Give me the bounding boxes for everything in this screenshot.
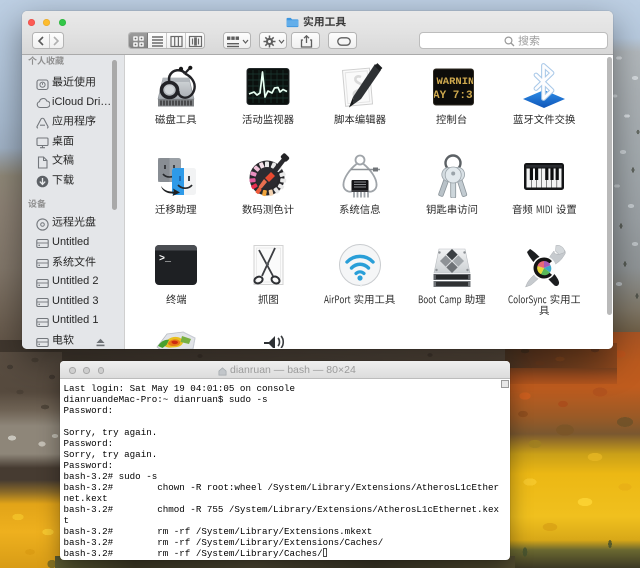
svg-text:WARNIN: WARNIN [437, 76, 475, 88]
svg-text:AY 7:36: AY 7:36 [433, 90, 475, 102]
svg-text:>_: >_ [159, 254, 172, 265]
